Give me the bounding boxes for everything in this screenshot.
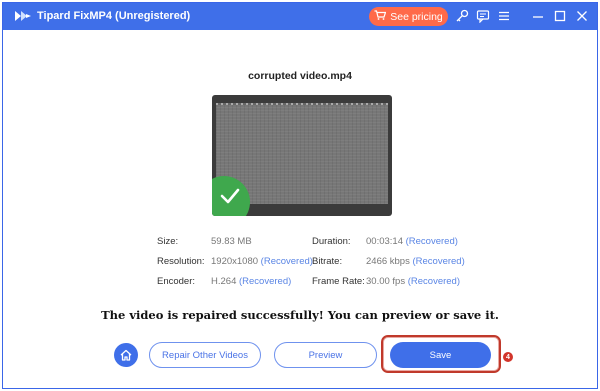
duration-label: Duration: [312, 236, 351, 247]
home-icon [120, 349, 132, 361]
frame-rate-value: 30.00 fps (Recovered) [366, 276, 460, 287]
frame-rate-label: Frame Rate: [312, 276, 365, 287]
encoder-value-text: H.264 [211, 276, 237, 287]
see-pricing-button[interactable]: See pricing [369, 7, 448, 26]
home-button[interactable] [114, 343, 138, 367]
repair-other-videos-button[interactable]: Repair Other Videos [149, 342, 261, 368]
save-button[interactable]: Save [390, 342, 491, 368]
resolution-recovered: (Recovered) [260, 256, 313, 267]
preview-button[interactable]: Preview [274, 342, 377, 368]
encoder-label: Encoder: [157, 276, 196, 287]
resolution-label: Resolution: [157, 256, 205, 267]
video-file-name: corrupted video.mp4 [248, 70, 352, 82]
duration-value: 00:03:14 (Recovered) [366, 236, 458, 247]
key-icon[interactable] [455, 9, 469, 23]
close-icon[interactable] [575, 9, 589, 23]
step-number-badge: 4 [503, 352, 513, 362]
see-pricing-label: See pricing [390, 10, 443, 23]
maximize-icon[interactable] [553, 9, 567, 23]
menu-icon[interactable] [497, 9, 511, 23]
encoder-recovered: (Recovered) [239, 276, 292, 287]
size-value-text: 59.83 MB [211, 236, 252, 247]
size-label: Size: [157, 236, 179, 247]
bitrate-value-text: 2466 kbps [366, 256, 410, 267]
bitrate-label: Bitrate: [312, 256, 343, 267]
duration-value-text: 00:03:14 [366, 236, 403, 247]
cart-icon [374, 10, 387, 23]
duration-recovered: (Recovered) [405, 236, 458, 247]
bitrate-recovered: (Recovered) [412, 256, 465, 267]
video-preview-thumbnail [212, 95, 392, 216]
bitrate-value: 2466 kbps (Recovered) [366, 256, 465, 267]
title-bar: Tipard FixMP4 (Unregistered) See pricing [3, 3, 597, 30]
frame-rate-value-text: 30.00 fps [366, 276, 406, 287]
resolution-value: 1920x1080 (Recovered) [211, 256, 313, 267]
feedback-icon[interactable] [476, 9, 490, 23]
app-title: Tipard FixMP4 (Unregistered) [37, 10, 191, 22]
app-logo-icon [14, 9, 32, 23]
resolution-value-text: 1920x1080 [211, 256, 259, 267]
video-frame-artifact [216, 103, 388, 105]
size-value: 59.83 MB [211, 236, 252, 247]
app-window: Tipard FixMP4 (Unregistered) See pricing [2, 2, 598, 389]
minimize-icon[interactable] [531, 9, 545, 23]
encoder-value: H.264 (Recovered) [211, 276, 291, 287]
frame-rate-recovered: (Recovered) [407, 276, 461, 287]
repair-success-message: The video is repaired successfully! You … [101, 308, 499, 322]
